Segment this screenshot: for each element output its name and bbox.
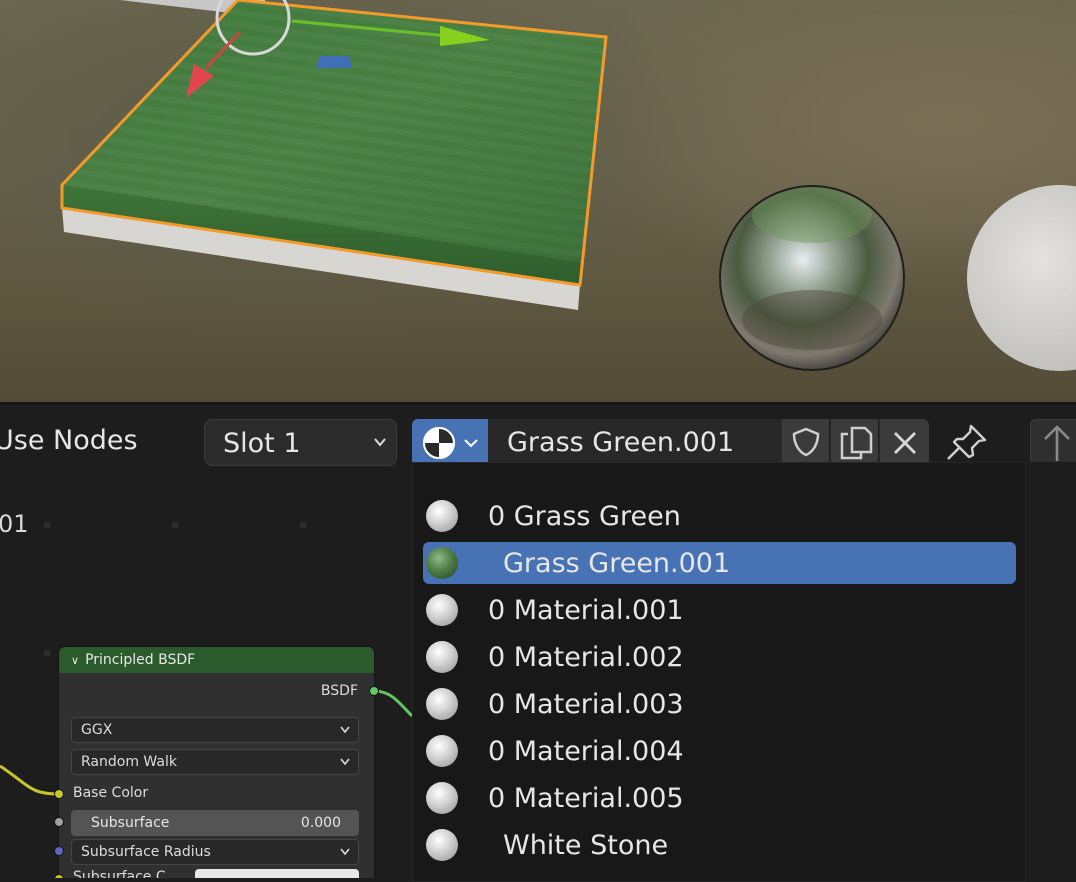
fake-user-button[interactable] bbox=[781, 419, 829, 466]
material-name-text: Grass Green.001 bbox=[507, 427, 735, 458]
right-side-panel bbox=[1026, 462, 1076, 882]
chevron-down-icon bbox=[340, 758, 350, 766]
material-list-item[interactable]: 0 Material.005 bbox=[423, 777, 1016, 819]
material-preview-icon bbox=[426, 688, 458, 720]
subsurface-radius-dropdown[interactable]: Subsurface Radius bbox=[71, 839, 359, 865]
material-item-label: Grass Green.001 bbox=[503, 548, 731, 579]
parent-button[interactable] bbox=[1030, 419, 1076, 466]
pin-icon[interactable] bbox=[944, 423, 988, 463]
distribution-value: GGX bbox=[81, 722, 113, 738]
node-title: Principled BSDF bbox=[85, 652, 196, 668]
subsurface-color-swatch[interactable] bbox=[195, 869, 359, 878]
material-item-label: White Stone bbox=[503, 830, 669, 861]
shield-icon bbox=[792, 427, 820, 457]
material-item-label: 0 Material.002 bbox=[488, 642, 684, 673]
subsurface-label: Subsurface bbox=[91, 815, 170, 831]
material-preview-icon bbox=[426, 782, 458, 814]
use-nodes-label[interactable]: Use Nodes bbox=[0, 425, 138, 456]
base-color-socket[interactable] bbox=[54, 789, 64, 799]
duplicate-icon bbox=[840, 426, 873, 460]
browse-material-button[interactable] bbox=[412, 419, 488, 466]
chevron-down-icon bbox=[464, 439, 478, 448]
material-list-item[interactable]: 0 Material.001 bbox=[423, 589, 1016, 631]
material-item-label: 0 Grass Green bbox=[488, 501, 681, 532]
material-item-label: 0 Material.004 bbox=[488, 736, 684, 767]
material-preview-icon bbox=[426, 547, 458, 579]
subsurface-color-socket[interactable] bbox=[54, 874, 64, 878]
chevron-down-icon bbox=[340, 726, 350, 734]
material-item-label: 0 Material.005 bbox=[488, 783, 684, 814]
close-icon bbox=[894, 432, 916, 454]
material-list-item[interactable]: White Stone bbox=[423, 824, 1016, 866]
duplicate-material-button[interactable] bbox=[830, 419, 878, 466]
material-browser-popup: 0 Grass Green Grass Green.001 0 Material… bbox=[412, 462, 1026, 882]
principled-bsdf-node[interactable]: ∨ Principled BSDF BSDF GGX Random Walk Ba… bbox=[59, 647, 374, 878]
material-list-item-selected[interactable]: Grass Green.001 bbox=[423, 542, 1016, 584]
material-list-item[interactable]: 0 Material.002 bbox=[423, 636, 1016, 678]
slot-dropdown[interactable]: Slot 1 bbox=[204, 419, 397, 466]
chevron-down-icon bbox=[374, 438, 386, 447]
distribution-dropdown[interactable]: GGX bbox=[71, 717, 359, 743]
white-sphere[interactable] bbox=[967, 185, 1076, 371]
arrow-up-icon bbox=[1044, 425, 1070, 461]
material-sphere-icon bbox=[423, 427, 455, 459]
bsdf-output-socket[interactable] bbox=[369, 686, 379, 696]
viewport-scene[interactable] bbox=[0, 0, 1076, 402]
material-preview-icon bbox=[426, 829, 458, 861]
node-header[interactable]: ∨ Principled BSDF bbox=[59, 647, 374, 673]
unlink-material-button[interactable] bbox=[879, 419, 929, 466]
material-preview-icon bbox=[426, 500, 458, 532]
subsurface-socket[interactable] bbox=[54, 817, 64, 827]
slot-dropdown-label: Slot 1 bbox=[223, 428, 301, 459]
material-preview-icon bbox=[426, 735, 458, 767]
material-preview-icon bbox=[426, 641, 458, 673]
bsdf-output-label: BSDF bbox=[320, 683, 358, 699]
subsurface-radius-socket[interactable] bbox=[54, 846, 64, 856]
material-list-item[interactable]: 0 Material.004 bbox=[423, 730, 1016, 772]
material-item-label: 0 Material.001 bbox=[488, 595, 684, 626]
subsurface-method-dropdown[interactable]: Random Walk bbox=[71, 749, 359, 775]
subsurface-field[interactable]: Subsurface 0.000 bbox=[71, 810, 359, 836]
subsurface-value: 0.000 bbox=[300, 815, 341, 831]
material-item-label: 0 Material.003 bbox=[488, 689, 684, 720]
collapse-chevron-icon[interactable]: ∨ bbox=[71, 648, 79, 674]
subsurface-radius-label: Subsurface Radius bbox=[81, 844, 211, 860]
3d-viewport[interactable] bbox=[0, 0, 1076, 402]
gizmo-z-plane-handle[interactable] bbox=[316, 56, 352, 68]
subsurface-method-value: Random Walk bbox=[81, 754, 177, 770]
material-list-item[interactable]: 0 Grass Green bbox=[423, 495, 1016, 537]
subsurface-color-label: Subsurface C bbox=[73, 869, 166, 878]
material-list-item[interactable]: 0 Material.003 bbox=[423, 683, 1016, 725]
material-name-field[interactable]: Grass Green.001 bbox=[488, 419, 781, 466]
material-preview-icon bbox=[426, 594, 458, 626]
base-color-label: Base Color bbox=[73, 785, 149, 801]
chevron-down-icon bbox=[340, 848, 350, 856]
